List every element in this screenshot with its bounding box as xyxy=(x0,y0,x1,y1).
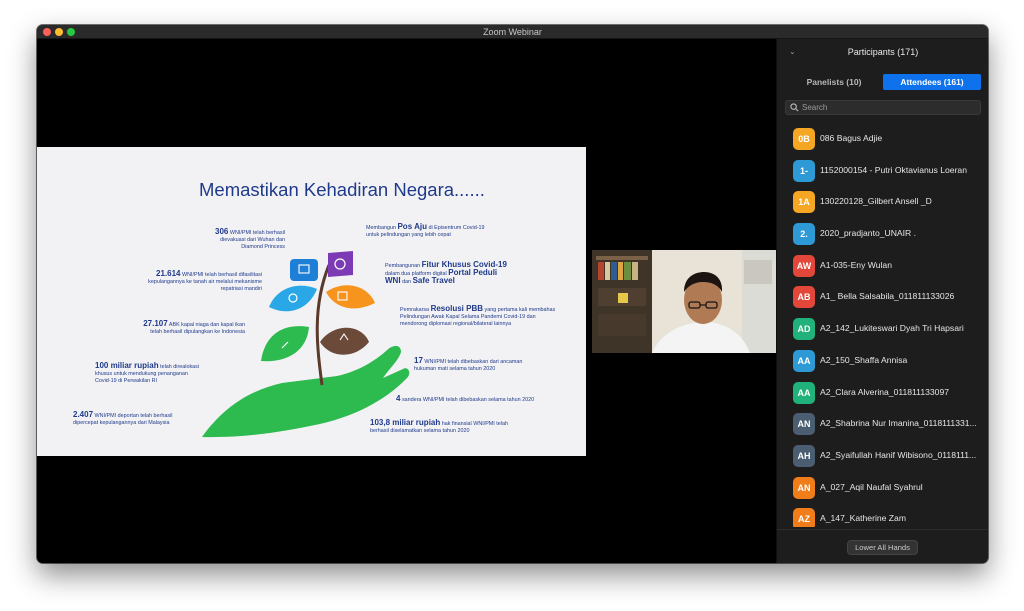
list-item[interactable]: AB A1_ Bella Salsabila_011811133026 xyxy=(777,281,988,313)
avatar: 1A xyxy=(793,191,815,214)
participant-name: 1152000154 - Putri Oktavianus Loeran xyxy=(820,164,967,175)
list-item[interactable]: AN A2_Shabrina Nur Imanina_0118111331... xyxy=(777,408,988,440)
participant-name: A1_ Bella Salsabila_011811133026 xyxy=(820,291,955,302)
participant-name: A1-035-Eny Wulan xyxy=(820,259,892,270)
participant-name: A_147_Katherine Zam xyxy=(820,513,906,524)
stat-realokasi: 100 miliar rupiah telah direalokasi khus… xyxy=(95,361,200,384)
window-title: Zoom Webinar xyxy=(483,27,542,37)
stat-hukuman-mati: 17 WNI/PMI telah dibebaskan dari ancaman… xyxy=(414,356,523,372)
avatar: AA xyxy=(793,381,815,404)
main-stage: Memastikan Kehadiran Negara...... 306 WN… xyxy=(37,39,776,563)
avatar: 1- xyxy=(793,159,815,182)
title-bar: Zoom Webinar xyxy=(37,25,988,39)
participant-name: 086 Bagus Adjie xyxy=(820,133,883,143)
list-item[interactable]: AA A2_150_Shaffa Annisa xyxy=(777,345,988,377)
list-item[interactable]: AZ A_147_Katherine Zam xyxy=(777,503,988,527)
avatar: AN xyxy=(793,413,815,436)
list-item[interactable]: 1A 130220128_Gilbert Ansell _D xyxy=(777,186,988,218)
list-item[interactable]: AN A_027_Aqil Naufal Syahrul xyxy=(777,472,988,504)
list-item[interactable]: 0B 086 Bagus Adjie xyxy=(777,123,988,155)
avatar: AH xyxy=(793,444,815,467)
avatar: AD xyxy=(793,318,815,341)
participant-name: A_027_Aqil Naufal Syahrul xyxy=(820,481,923,492)
stat-deportan: 2.407 WNI/PMI deportan telah berhasil di… xyxy=(73,410,173,426)
participant-name: A2_Shabrina Nur Imanina_0118111331... xyxy=(820,418,977,429)
participant-name: A2_142_Lukiteswari Dyah Tri Hapsari xyxy=(820,323,964,334)
lower-all-hands-button[interactable]: Lower All Hands xyxy=(847,540,918,555)
stat-evakuasi: 306 WNI/PMI telah berhasil dievakuasi da… xyxy=(215,227,285,250)
tab-attendees[interactable]: Attendees (161) xyxy=(883,74,981,90)
speaker-video-tile[interactable] xyxy=(592,250,776,353)
stat-abk: 27.107 ABK kapal niaga dan kapal ikan te… xyxy=(143,319,245,335)
stat-repatriasi: 21.614 WNI/PMI telah berhasil difasilita… xyxy=(148,269,262,292)
speaker-video-feed xyxy=(592,250,776,353)
search-icon xyxy=(790,103,799,112)
avatar: AB xyxy=(793,286,815,309)
zoom-window: Zoom Webinar Memastikan Kehadiran Negara… xyxy=(37,25,988,563)
avatar: 0B xyxy=(793,128,815,150)
stat-fitur-khusus: Pembangunan Fitur Khusus Covid-19 dalam … xyxy=(385,260,507,285)
avatar: AA xyxy=(793,349,815,372)
list-item[interactable]: 2. 2020_pradjanto_UNAIR . xyxy=(777,218,988,250)
shared-slide: Memastikan Kehadiran Negara...... 306 WN… xyxy=(37,147,586,456)
avatar: AW xyxy=(793,254,815,277)
participant-name: A2_150_Shaffa Annisa xyxy=(820,354,908,365)
participant-tabs: Panelists (10) Attendees (161) xyxy=(785,74,981,90)
participant-name: 2020_pradjanto_UNAIR . xyxy=(820,228,917,239)
avatar: AN xyxy=(793,476,815,499)
participants-panel: ⌄ Participants (171) Panelists (10) Atte… xyxy=(776,39,988,563)
participant-name: 130220128_Gilbert Ansell _D xyxy=(820,196,932,207)
list-item[interactable]: AD A2_142_Lukiteswari Dyah Tri Hapsari xyxy=(777,313,988,345)
avatar: AZ xyxy=(793,508,815,527)
stat-sandera: 4 sandera WNI/PMI telah dibebaskan selam… xyxy=(396,394,535,404)
list-item[interactable]: AH A2_Syaifullah Hanif Wibisono_0118111..… xyxy=(777,440,988,472)
avatar: 2. xyxy=(793,223,815,246)
participant-name: A2_Clara Alverina_011811133097 xyxy=(820,386,950,397)
slide-title: Memastikan Kehadiran Negara...... xyxy=(199,179,485,200)
search-input[interactable] xyxy=(802,102,972,113)
participant-search[interactable] xyxy=(785,100,981,115)
list-item[interactable]: AA A2_Clara Alverina_011811133097 xyxy=(777,377,988,409)
participant-list: 0B 086 Bagus Adjie 1- 1152000154 - Putri O… xyxy=(777,123,988,527)
panel-footer: Lower All Hands xyxy=(777,529,988,563)
list-item[interactable]: AW A1-035-Eny Wulan xyxy=(777,250,988,282)
list-item[interactable]: 1- 1152000154 - Putri Oktavianus Loeran xyxy=(777,155,988,187)
participants-title: Participants (171) xyxy=(847,47,919,57)
stat-pos-aju: Membangun Pos Aju di Episentrum Covid-19… xyxy=(366,222,485,238)
tab-panelists[interactable]: Panelists (10) xyxy=(785,74,883,90)
stat-resolusi-pbb: Pemrakarsa Resolusi PBB yang pertama kal… xyxy=(400,304,556,327)
participant-name: A2_Syaifullah Hanif Wibisono_0118111... xyxy=(820,449,977,460)
stat-hak-finansial: 103,8 miliar rupiah hak finansial WNI/PM… xyxy=(370,418,508,434)
